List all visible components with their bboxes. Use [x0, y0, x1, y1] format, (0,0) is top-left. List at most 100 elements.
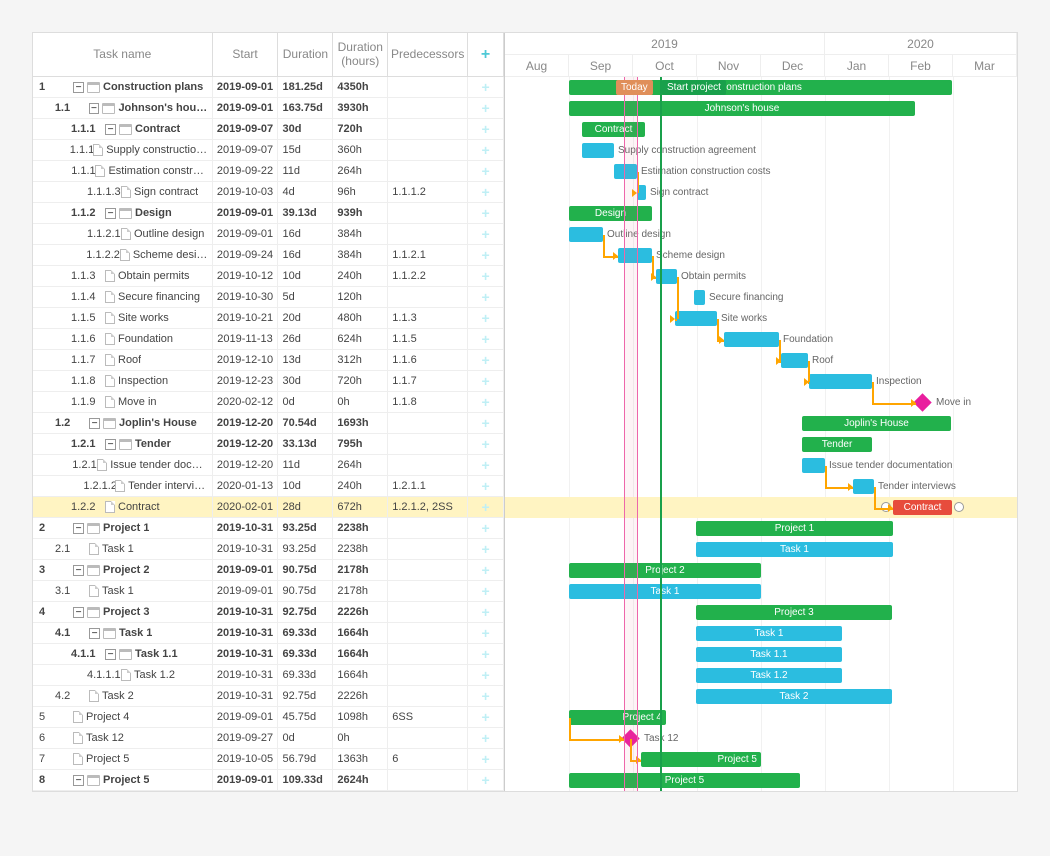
grid-row[interactable]: 1.1.2.1Outline design2019-09-0116d384h+: [33, 224, 504, 245]
grid-row[interactable]: 3−Project 22019-09-0190.75d2178h+: [33, 560, 504, 581]
cell-start[interactable]: 2020-02-01: [213, 497, 279, 517]
gantt-bar[interactable]: [582, 143, 614, 158]
cell-pred[interactable]: [388, 434, 468, 454]
milestone-marker[interactable]: [913, 393, 931, 411]
grid-row[interactable]: 2.1Task 12019-10-3193.25d2238h+: [33, 539, 504, 560]
grid-row[interactable]: 2−Project 12019-10-3193.25d2238h+: [33, 518, 504, 539]
cell-start[interactable]: 2019-09-01: [213, 77, 279, 97]
collapse-toggle[interactable]: −: [73, 82, 84, 93]
cell-start[interactable]: 2019-10-31: [213, 539, 279, 559]
cell-pred[interactable]: 1.1.7: [388, 371, 468, 391]
cell-pred[interactable]: 1.1.6: [388, 350, 468, 370]
cell-start[interactable]: 2019-10-03: [213, 182, 279, 202]
grid-row[interactable]: 1.2.1−Tender2019-12-2033.13d795h+: [33, 434, 504, 455]
add-task-button[interactable]: +: [468, 728, 504, 748]
cell-pred[interactable]: [388, 728, 468, 748]
cell-pred[interactable]: 6: [388, 749, 468, 769]
grid-row[interactable]: 1.1.9Move in2020-02-120d0h1.1.8+: [33, 392, 504, 413]
add-task-button[interactable]: +: [468, 329, 504, 349]
timeline-row[interactable]: Project 2: [505, 560, 1017, 581]
cell-dur[interactable]: 181.25d: [278, 77, 333, 97]
timeline-row[interactable]: Obtain permits: [505, 266, 1017, 287]
cell-pred[interactable]: [388, 413, 468, 433]
timeline-row[interactable]: Project 3: [505, 602, 1017, 623]
cell-durh[interactable]: 2238h: [333, 539, 388, 559]
cell-durh[interactable]: 384h: [333, 224, 388, 244]
grid-row[interactable]: 1.2.1.2Tender interviews2020-01-1310d240…: [33, 476, 504, 497]
grid-row[interactable]: 4−Project 32019-10-3192.75d2226h+: [33, 602, 504, 623]
add-task-button[interactable]: +: [468, 371, 504, 391]
col-header-duration[interactable]: Duration: [278, 33, 333, 77]
grid-row[interactable]: 1.1.6Foundation2019-11-1326d624h1.1.5+: [33, 329, 504, 350]
cell-start[interactable]: 2019-12-10: [213, 350, 279, 370]
cell-durh[interactable]: 384h: [333, 245, 388, 265]
cell-dur[interactable]: 10d: [278, 476, 333, 496]
cell-durh[interactable]: 624h: [333, 329, 388, 349]
grid-row[interactable]: 7Project 52019-10-0556.79d1363h6+: [33, 749, 504, 770]
cell-start[interactable]: 2019-10-31: [213, 623, 279, 643]
gantt-bar[interactable]: Johnson's house: [569, 101, 915, 116]
cell-pred[interactable]: [388, 581, 468, 601]
cell-pred[interactable]: 1.1.1.2: [388, 182, 468, 202]
cell-durh[interactable]: 2178h: [333, 560, 388, 580]
cell-pred[interactable]: [388, 119, 468, 139]
cell-dur[interactable]: 90.75d: [278, 581, 333, 601]
cell-dur[interactable]: 69.33d: [278, 665, 333, 685]
cell-start[interactable]: 2019-09-01: [213, 224, 279, 244]
timeline-row[interactable]: Contract: [505, 497, 1017, 518]
cell-durh[interactable]: 0h: [333, 392, 388, 412]
timeline-row[interactable]: Task 1: [505, 623, 1017, 644]
cell-start[interactable]: 2019-09-01: [213, 98, 279, 118]
gantt-bar[interactable]: Task 1: [696, 626, 842, 641]
cell-pred[interactable]: [388, 455, 468, 475]
add-task-button[interactable]: +: [468, 707, 504, 727]
timeline-row[interactable]: Task 1.2: [505, 665, 1017, 686]
gantt-bar[interactable]: Design: [569, 206, 652, 221]
timeline-row[interactable]: Task 2: [505, 686, 1017, 707]
gantt-bar[interactable]: Project 2: [569, 563, 761, 578]
timeline-row[interactable]: Project 4: [505, 707, 1017, 728]
grid-row[interactable]: 1.1.2.2Scheme design2019-09-2416d384h1.1…: [33, 245, 504, 266]
add-task-button[interactable]: +: [468, 350, 504, 370]
cell-dur[interactable]: 11d: [278, 455, 333, 475]
cell-durh[interactable]: 264h: [333, 455, 388, 475]
cell-pred[interactable]: [388, 224, 468, 244]
cell-start[interactable]: 2019-09-01: [213, 581, 279, 601]
cell-dur[interactable]: 16d: [278, 224, 333, 244]
cell-dur[interactable]: 39.13d: [278, 203, 333, 223]
timeline-row[interactable]: Inspection: [505, 371, 1017, 392]
grid-row[interactable]: 1.2−Joplin's House2019-12-2070.54d1693h+: [33, 413, 504, 434]
timeline-row[interactable]: Project 5: [505, 770, 1017, 791]
cell-durh[interactable]: 1664h: [333, 665, 388, 685]
grid-row[interactable]: 1.1.7Roof2019-12-1013d312h1.1.6+: [33, 350, 504, 371]
grid-row[interactable]: 1.1.5Site works2019-10-2120d480h1.1.3+: [33, 308, 504, 329]
cell-durh[interactable]: 1664h: [333, 644, 388, 664]
cell-durh[interactable]: 720h: [333, 371, 388, 391]
timeline-row[interactable]: Task 12: [505, 728, 1017, 749]
gantt-bar[interactable]: Joplin's House: [802, 416, 951, 431]
grid-row[interactable]: 1.1.1.2Estimation construction costs2019…: [33, 161, 504, 182]
cell-start[interactable]: 2019-09-01: [213, 203, 279, 223]
add-task-button[interactable]: +: [468, 245, 504, 265]
grid-row[interactable]: 5Project 42019-09-0145.75d1098h6SS+: [33, 707, 504, 728]
cell-start[interactable]: 2019-10-31: [213, 602, 279, 622]
cell-durh[interactable]: 360h: [333, 140, 388, 160]
cell-pred[interactable]: 1.1.2.1: [388, 245, 468, 265]
cell-pred[interactable]: [388, 686, 468, 706]
gantt-bar[interactable]: [569, 227, 603, 242]
timeline-row[interactable]: Roof: [505, 350, 1017, 371]
timeline-row[interactable]: Joplin's House: [505, 413, 1017, 434]
cell-dur[interactable]: 28d: [278, 497, 333, 517]
cell-durh[interactable]: 2624h: [333, 770, 388, 790]
grid-row[interactable]: 1.1.2−Design2019-09-0139.13d939h+: [33, 203, 504, 224]
timeline-row[interactable]: Task 1: [505, 581, 1017, 602]
gantt-bar[interactable]: [853, 479, 874, 494]
grid-row[interactable]: 4.2Task 22019-10-3192.75d2226h+: [33, 686, 504, 707]
collapse-toggle[interactable]: −: [73, 775, 84, 786]
grid-row[interactable]: 1−Construction plans2019-09-01181.25d435…: [33, 77, 504, 98]
cell-start[interactable]: 2019-12-20: [213, 413, 279, 433]
cell-pred[interactable]: 1.2.1.1: [388, 476, 468, 496]
cell-durh[interactable]: 2226h: [333, 686, 388, 706]
timeline-row[interactable]: Scheme design: [505, 245, 1017, 266]
cell-pred[interactable]: [388, 161, 468, 181]
